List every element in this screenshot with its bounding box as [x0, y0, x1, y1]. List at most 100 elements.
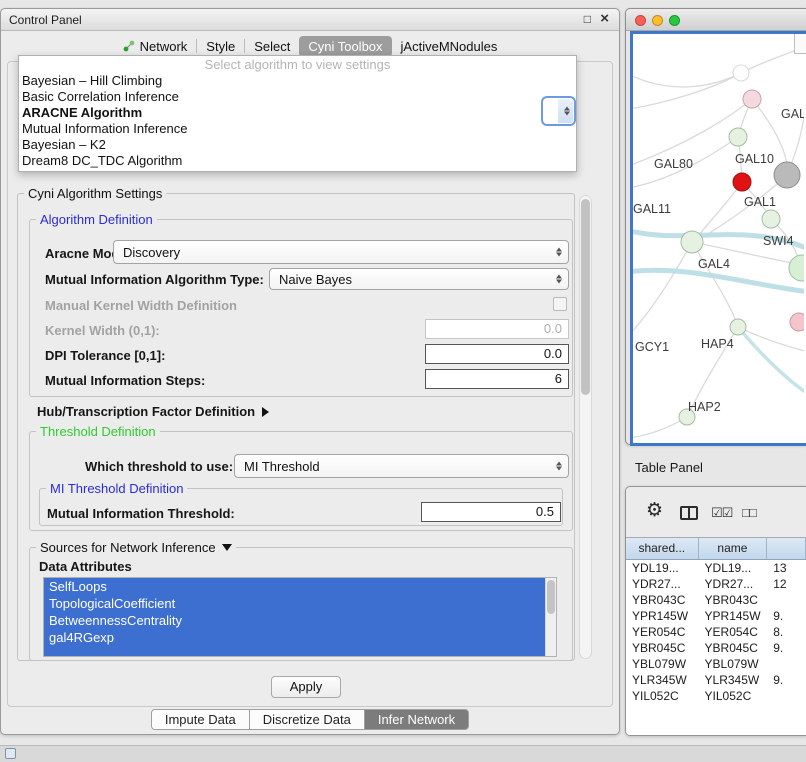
- close-window-icon[interactable]: ×: [600, 10, 609, 27]
- select-all-icon[interactable]: ☑☑: [711, 505, 732, 521]
- data-attributes-label: Data Attributes: [39, 559, 132, 574]
- network-node[interactable]: [681, 231, 703, 253]
- combo-value: MI Threshold: [244, 459, 320, 474]
- table-cell: YDL19...: [626, 560, 699, 576]
- combo-value: Discovery: [123, 245, 180, 260]
- table-row[interactable]: YIL052C YIL052C: [626, 688, 806, 704]
- table-cell: YER054C: [626, 624, 699, 640]
- network-node[interactable]: [729, 128, 747, 146]
- manual-kernel-width-checkbox: [553, 297, 567, 311]
- settings-scrollbar[interactable]: [579, 195, 592, 659]
- tab-jactivemnodules[interactable]: jActiveMNodules: [392, 36, 507, 57]
- which-threshold-label: Which threshold to use:: [85, 459, 233, 474]
- mi-steps-label: Mutual Information Steps:: [45, 373, 205, 388]
- table-row[interactable]: YPR145W YPR145W 9.: [626, 608, 806, 624]
- panel-dock-icon[interactable]: [5, 748, 16, 759]
- combo-stepper-icon: [564, 107, 570, 116]
- which-threshold-combo[interactable]: MI Threshold: [234, 454, 569, 478]
- table-row[interactable]: YBR043C YBR043C: [626, 592, 806, 608]
- table-cell: [767, 592, 806, 608]
- table-row[interactable]: YDL19... YDL19... 13: [626, 560, 806, 576]
- network-node[interactable]: [790, 313, 804, 331]
- network-node[interactable]: [733, 65, 749, 81]
- tab-discretize-data[interactable]: Discretize Data: [250, 709, 365, 730]
- column-header[interactable]: name: [699, 538, 768, 559]
- table-cell: YBL079W: [699, 656, 768, 672]
- deselect-all-icon[interactable]: □□: [742, 505, 756, 520]
- tab-select[interactable]: Select: [245, 36, 299, 57]
- sources-collapse-header[interactable]: Sources for Network Inference: [36, 540, 236, 555]
- gear-icon[interactable]: ⚙: [646, 499, 663, 522]
- table-row[interactable]: YLR345W YLR345W 9.: [626, 672, 806, 688]
- network-node[interactable]: [762, 210, 780, 228]
- node-label: GAL: [781, 107, 804, 121]
- table-cell: 13: [767, 560, 806, 576]
- table-row[interactable]: YER054C YER054C 8.: [626, 624, 806, 640]
- table-header: shared... name: [626, 538, 806, 560]
- dropdown-item-selected[interactable]: ARACNE Algorithm: [19, 105, 576, 121]
- network-node[interactable]: [733, 173, 751, 191]
- table-cell: YIL052C: [626, 688, 699, 704]
- scrollbar-thumb[interactable]: [547, 580, 555, 614]
- float-window-icon[interactable]: □: [584, 12, 591, 26]
- list-item[interactable]: SelfLoops: [44, 578, 545, 595]
- network-canvas[interactable]: GAL GAL80 GAL10 GAL11 GAL1 SWI4 GAL4 GCY…: [630, 31, 806, 446]
- list-item[interactable]: TopologicalCoefficient: [44, 595, 545, 612]
- minimize-traffic-light-icon[interactable]: [652, 15, 663, 26]
- dpi-tolerance-field[interactable]: 0.0: [425, 344, 569, 364]
- control-panel-titlebar: Control Panel □ ×: [1, 9, 619, 31]
- mi-steps-field[interactable]: 6: [425, 369, 569, 389]
- zoom-traffic-light-icon[interactable]: [669, 15, 680, 26]
- tab-style[interactable]: Style: [197, 36, 244, 57]
- table-cell: 12: [767, 576, 806, 592]
- table-cell: 9.: [767, 608, 806, 624]
- table-cell: YBR045C: [626, 640, 699, 656]
- mi-threshold-field[interactable]: 0.5: [421, 502, 561, 522]
- dropdown-item[interactable]: Bayesian – Hill Climbing: [19, 73, 576, 89]
- tab-impute-data[interactable]: Impute Data: [151, 709, 250, 730]
- apply-button[interactable]: Apply: [271, 676, 341, 698]
- list-scrollbar[interactable]: [545, 578, 556, 656]
- network-window: GAL GAL80 GAL10 GAL11 GAL1 SWI4 GAL4 GCY…: [625, 8, 806, 445]
- network-node[interactable]: [789, 255, 804, 281]
- table-row[interactable]: YBL079W YBL079W: [626, 656, 806, 672]
- group-title: Threshold Definition: [36, 424, 160, 439]
- tab-cyni-toolbox[interactable]: Cyni Toolbox: [299, 36, 391, 57]
- list-item-partial[interactable]: [44, 646, 545, 657]
- algorithm-combo-fragment[interactable]: [541, 96, 576, 126]
- node-label: HAP4: [701, 337, 734, 351]
- dropdown-item[interactable]: Dream8 DC_TDC Algorithm: [19, 153, 576, 169]
- aracne-mode-combo[interactable]: Discovery: [113, 240, 569, 264]
- table-cell: YIL052C: [699, 688, 768, 704]
- table-row[interactable]: YBR045C YBR045C 9.: [626, 640, 806, 656]
- network-node[interactable]: [774, 162, 800, 188]
- table-cell: YBR043C: [626, 592, 699, 608]
- mi-algorithm-type-combo[interactable]: Naive Bayes: [269, 268, 569, 290]
- dropdown-item[interactable]: Mutual Information Inference: [19, 121, 576, 137]
- scrollbar-thumb[interactable]: [581, 199, 590, 395]
- tab-infer-network[interactable]: Infer Network: [365, 709, 469, 730]
- network-graph: GAL GAL80 GAL10 GAL11 GAL1 SWI4 GAL4 GCY…: [633, 34, 804, 443]
- node-label: GCY1: [635, 340, 669, 354]
- column-header[interactable]: shared...: [626, 538, 699, 559]
- bottom-status-strip: [0, 745, 806, 762]
- bottom-tabbar: Impute Data Discretize Data Infer Networ…: [1, 709, 619, 730]
- network-node[interactable]: [730, 319, 746, 335]
- column-header[interactable]: [767, 538, 806, 559]
- list-item[interactable]: BetweennessCentrality: [44, 612, 545, 629]
- list-item[interactable]: gal4RGexp: [44, 629, 545, 646]
- dropdown-item[interactable]: Basic Correlation Inference: [19, 89, 576, 105]
- kernel-width-label: Kernel Width (0,1):: [45, 323, 160, 338]
- node-label: GAL4: [698, 257, 730, 271]
- close-traffic-light-icon[interactable]: [635, 15, 646, 26]
- table-cell: YBR043C: [699, 592, 768, 608]
- node-label: HAP2: [688, 400, 721, 414]
- column-layout-icon[interactable]: [680, 506, 698, 520]
- tab-network[interactable]: Network: [114, 36, 197, 57]
- tab-label: Select: [254, 39, 290, 54]
- network-node[interactable]: [743, 90, 761, 108]
- tab-label: Cyni Toolbox: [308, 39, 382, 54]
- dropdown-item[interactable]: Bayesian – K2: [19, 137, 576, 153]
- table-row[interactable]: YDR27... YDR27... 12: [626, 576, 806, 592]
- hub-definition-expander[interactable]: Hub/Transcription Factor Definition: [37, 404, 269, 419]
